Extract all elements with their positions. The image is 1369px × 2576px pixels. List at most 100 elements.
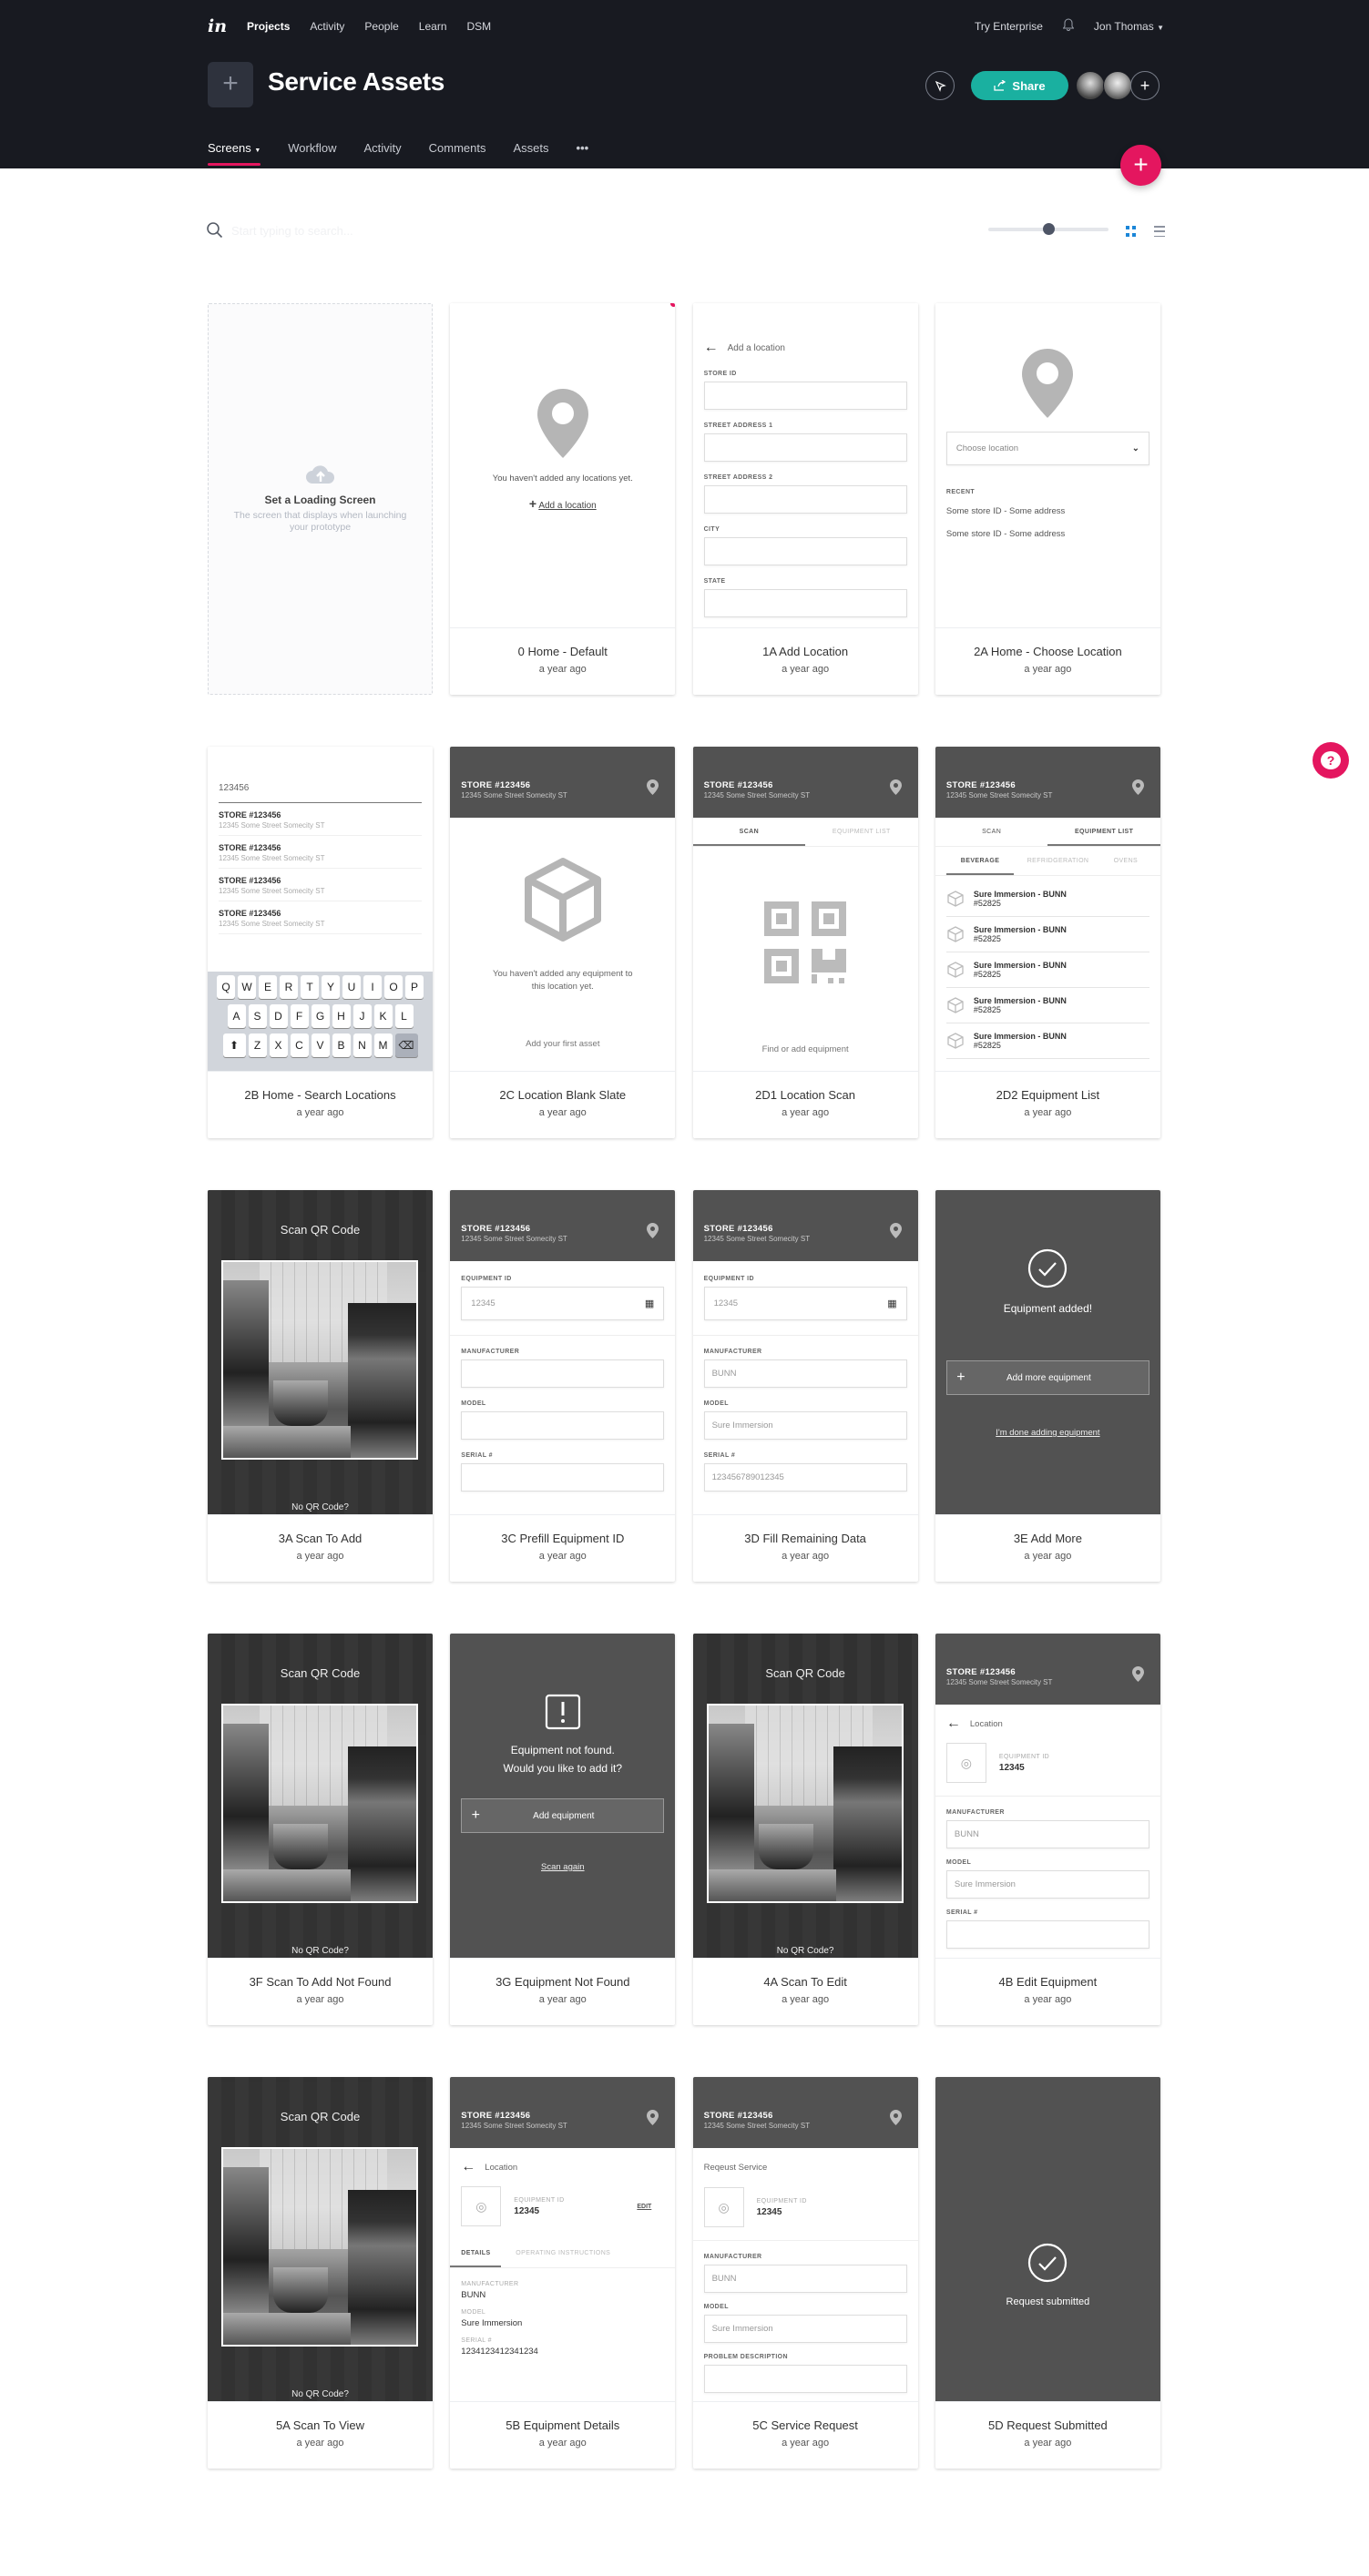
nav-projects[interactable]: Projects <box>247 20 290 33</box>
avatar[interactable] <box>1103 71 1132 100</box>
screen-time: a year ago <box>538 1994 587 2005</box>
nav-people[interactable]: People <box>364 20 398 33</box>
plus-icon: + <box>471 1807 480 1823</box>
header-label: Location <box>485 2162 518 2173</box>
back-arrow-icon: ← <box>461 2159 476 2174</box>
avatar[interactable] <box>1076 71 1105 100</box>
location-pin-icon <box>889 779 902 795</box>
field-label: MODEL <box>945 1859 972 1866</box>
screen-name: 3E Add More <box>1013 1532 1082 1545</box>
zoom-slider-handle[interactable] <box>1043 223 1055 235</box>
screen-time: a year ago <box>782 1107 830 1118</box>
success-message: Equipment added! <box>1003 1302 1093 1315</box>
equipment-id-input: 12345 ▦ <box>461 1287 665 1320</box>
keyboard-key: M <box>373 1033 393 1057</box>
keyboard-key: A <box>227 1004 246 1028</box>
store-address: 12345 Some Street Somecity ST <box>945 791 1053 799</box>
tab-workflow[interactable]: Workflow <box>288 141 336 166</box>
field-label: MODEL <box>461 1400 486 1407</box>
zoom-slider[interactable] <box>988 223 1108 235</box>
screen-card[interactable]: Scan QR Code No QR Code? 4A Scan To Edit a… <box>692 1634 918 2025</box>
back-arrow-icon: ← <box>703 340 719 355</box>
tab-screens[interactable]: Screens ▼ <box>208 141 261 166</box>
screen-card[interactable]: 123456 STORE #123456 12345 Some Street So… <box>208 747 433 1138</box>
add-collaborator-button[interactable]: + <box>1130 71 1160 100</box>
screen-card[interactable]: Choose location ⌄ RECENT Some store ID - … <box>935 303 1160 695</box>
nav-dsm[interactable]: DSM <box>467 20 492 33</box>
camera-icon: ◎ <box>703 2187 744 2227</box>
location-pin-icon <box>647 779 659 795</box>
screen-preview: 123456 STORE #123456 12345 Some Street So… <box>208 747 433 1071</box>
store-address: 12345 Some Street Somecity ST <box>461 2122 567 2130</box>
store-address: 12345 Some Street Somecity ST <box>703 1235 811 1243</box>
screen-time: a year ago <box>1024 2438 1072 2449</box>
project-icon-button[interactable]: + <box>208 62 253 107</box>
screen-card[interactable]: Equipment added! + Add more equipment I'm… <box>935 1190 1160 1582</box>
add-first-asset-text: Add your first asset <box>526 1039 600 1049</box>
recent-item: Some store ID - Some address <box>945 506 1066 516</box>
screen-card[interactable]: STORE #123456 12345 Some Street Somecity … <box>450 747 676 1138</box>
screen-card[interactable]: Scan QR Code No QR Code? 5A Scan To View a… <box>208 2077 433 2469</box>
keyboard-key: X <box>269 1033 288 1057</box>
screen-preview: STORE #123456 12345 Some Street Somecity … <box>692 1190 918 1514</box>
more-tabs-button[interactable]: ••• <box>577 141 589 166</box>
field-label: MANUFACTURER <box>461 1349 520 1355</box>
screen-card[interactable]: STORE #123456 12345 Some Street Somecity … <box>692 2077 918 2469</box>
nav-learn[interactable]: Learn <box>419 20 447 33</box>
screen-card[interactable]: Scan QR Code No QR Code? 3F Scan To Add N… <box>208 1634 433 2025</box>
screen-card[interactable]: You haven't added any locations yet. + A… <box>450 303 676 695</box>
keyboard-key: K <box>373 1004 393 1028</box>
screen-card[interactable]: Request submitted 5D Request Submitted a … <box>935 2077 1160 2469</box>
field-label: MANUFACTURER <box>461 2281 519 2287</box>
no-qr-code-link: No QR Code? <box>291 2389 349 2399</box>
box-icon <box>947 926 964 942</box>
equipment-id: #52825 <box>973 934 1001 943</box>
tab-comments[interactable]: Comments <box>429 141 486 166</box>
screen-preview: Scan QR Code No QR Code? <box>208 2077 433 2401</box>
search-bar <box>206 221 505 239</box>
user-menu[interactable]: Jon Thomas ▼ <box>1094 20 1164 33</box>
screen-card[interactable]: STORE #123456 12345 Some Street Somecity … <box>450 2077 676 2469</box>
tab-activity[interactable]: Activity <box>363 141 401 166</box>
screen-card[interactable]: STORE #123456 12345 Some Street Somecity … <box>692 1190 918 1582</box>
screen-card[interactable]: STORE #123456 12345 Some Street Somecity … <box>692 747 918 1138</box>
add-screen-fab[interactable]: + <box>1120 145 1161 186</box>
screen-card[interactable]: STORE #123456 12345 Some Street Somecity … <box>935 1634 1160 2025</box>
screen-name: 5D Request Submitted <box>987 2418 1108 2432</box>
screen-time: a year ago <box>538 1551 587 1562</box>
screen-card[interactable]: Scan QR Code No QR Code? 3A Scan To Add a … <box>208 1190 433 1582</box>
bell-icon[interactable] <box>1062 18 1074 34</box>
screen-footer: 4A Scan To Edit a year ago <box>692 1958 918 2025</box>
help-button[interactable]: ? <box>1313 742 1349 779</box>
share-button[interactable]: Share <box>971 71 1068 100</box>
store-name: STORE #123456 <box>703 780 773 790</box>
grid-view-icon[interactable] <box>1126 226 1137 237</box>
screen-card[interactable]: STORE #123456 12345 Some Street Somecity … <box>450 1190 676 1582</box>
screen-name: 4A Scan To Edit <box>763 1975 847 1989</box>
plus-icon: + <box>956 1369 965 1385</box>
tab-assets[interactable]: Assets <box>514 141 549 166</box>
store-list: STORE #123456 12345 Some Street Somecity … <box>208 803 433 934</box>
loading-screen-card[interactable]: Set a Loading Screen The screen that dis… <box>208 303 433 695</box>
try-enterprise-link[interactable]: Try Enterprise <box>975 20 1043 33</box>
list-view-icon[interactable] <box>1154 226 1165 237</box>
screen-card[interactable]: Equipment not found. Would you like to a… <box>450 1634 676 2025</box>
screen-card[interactable]: STORE #123456 12345 Some Street Somecity … <box>935 747 1160 1138</box>
field-label: MANUFACTURER <box>945 1809 1005 1816</box>
store-name: STORE #123456 <box>945 1667 1016 1677</box>
screen-name: 3D Fill Remaining Data <box>744 1532 866 1545</box>
keyboard-key: G <box>311 1004 330 1028</box>
screen-footer: 3F Scan To Add Not Found a year ago <box>208 1958 433 2025</box>
screen-name: 2D1 Location Scan <box>755 1088 856 1102</box>
invision-logo[interactable]: in <box>208 16 227 36</box>
nav-activity[interactable]: Activity <box>310 20 344 33</box>
keyboard-key: T <box>301 975 319 999</box>
top-nav: in Projects Activity People Learn DSM <box>208 16 511 36</box>
store-header: STORE #123456 12345 Some Street Somecity … <box>692 1190 918 1261</box>
screen-preview: Scan QR Code No QR Code? <box>208 1634 433 1958</box>
prototype-mode-button[interactable] <box>925 71 955 100</box>
screen-card[interactable]: ← Add a location STORE ID STREET ADDRESS … <box>692 303 918 695</box>
search-input[interactable] <box>231 223 505 238</box>
store-address: 12345 Some Street Somecity ST <box>945 1678 1053 1686</box>
screen-time: a year ago <box>296 2438 344 2449</box>
